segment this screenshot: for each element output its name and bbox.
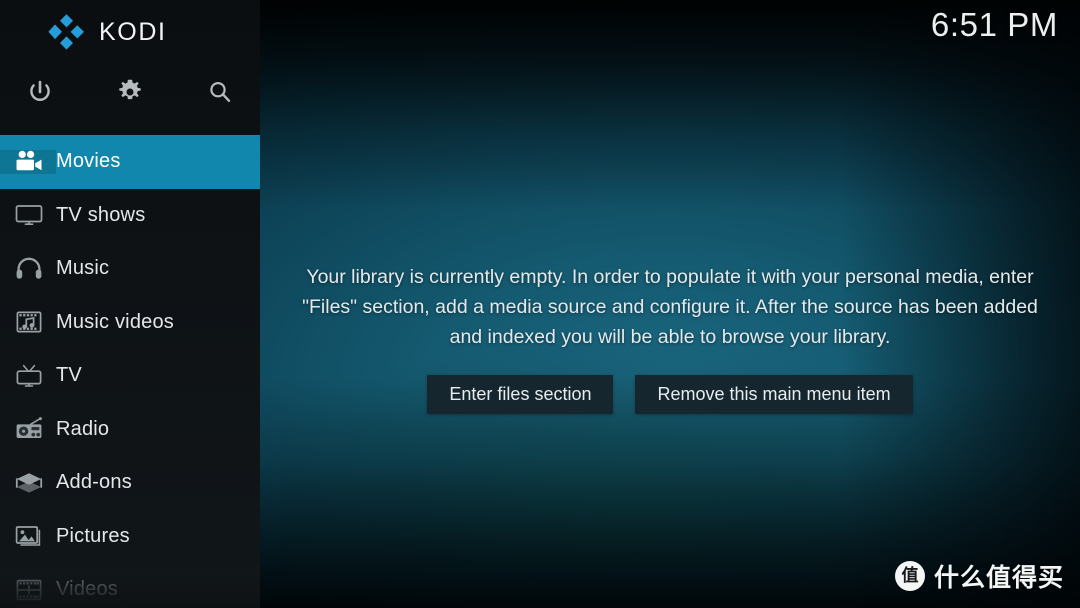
search-button[interactable] bbox=[194, 66, 246, 118]
tv-monitor-icon bbox=[0, 203, 56, 227]
headphones-icon bbox=[0, 257, 56, 281]
empty-library-message: Your library is currently empty. In orde… bbox=[302, 266, 1038, 348]
sidebar-item-music[interactable]: Music bbox=[0, 242, 260, 296]
sidebar-item-label: Add-ons bbox=[56, 471, 132, 494]
empty-library-actions: Enter files section Remove this main men… bbox=[300, 375, 1040, 414]
gear-icon bbox=[119, 79, 141, 100]
kodi-home-screen: 6:51 PM Your library is currently empty.… bbox=[0, 0, 1080, 608]
music-film-icon bbox=[0, 310, 56, 334]
picture-icon bbox=[0, 524, 56, 548]
sidebar-item-movies[interactable]: Movies bbox=[0, 135, 260, 189]
watermark: 值 什么值得买 bbox=[894, 558, 1064, 594]
sidebar-item-label: TV bbox=[56, 364, 82, 387]
sidebar-item-add-ons[interactable]: Add-ons bbox=[0, 456, 260, 510]
power-icon bbox=[30, 80, 50, 101]
retro-tv-icon bbox=[0, 364, 56, 388]
open-box-icon bbox=[0, 471, 56, 495]
sidebar-toolbar bbox=[0, 66, 260, 128]
sidebar-item-label: Videos bbox=[56, 578, 118, 601]
sidebar-item-pictures[interactable]: Pictures bbox=[0, 510, 260, 564]
radio-icon bbox=[0, 417, 56, 441]
kodi-logo: KODI bbox=[46, 12, 167, 52]
sidebar-item-label: Radio bbox=[56, 417, 110, 440]
sidebar-item-tv[interactable]: TV bbox=[0, 349, 260, 403]
sidebar-item-music-videos[interactable]: Music videos bbox=[0, 296, 260, 350]
sidebar-item-radio[interactable]: Radio bbox=[0, 403, 260, 457]
enter-files-section-button[interactable]: Enter files section bbox=[427, 375, 614, 414]
empty-library-panel: Your library is currently empty. In orde… bbox=[300, 262, 1040, 414]
sidebar-header: KODI bbox=[0, 0, 260, 66]
sidebar: KODI Movies TV shows Music Music videos … bbox=[0, 0, 260, 608]
kodi-logo-icon bbox=[48, 14, 84, 50]
sidebar-item-tv-shows[interactable]: TV shows bbox=[0, 189, 260, 243]
remove-main-menu-item-button[interactable]: Remove this main menu item bbox=[635, 375, 913, 414]
movie-camera-icon bbox=[0, 149, 56, 174]
sidebar-menu: Movies TV shows Music Music videos TV Ra… bbox=[0, 135, 260, 608]
kodi-wordmark: KODI bbox=[99, 17, 167, 46]
sidebar-item-videos[interactable]: Videos bbox=[0, 563, 260, 608]
sidebar-item-label: TV shows bbox=[56, 203, 146, 226]
main-content: Your library is currently empty. In orde… bbox=[260, 0, 1080, 608]
sidebar-item-label: Music videos bbox=[56, 310, 174, 333]
sidebar-item-label: Pictures bbox=[56, 524, 130, 547]
sidebar-item-label: Movies bbox=[56, 150, 121, 173]
settings-button[interactable] bbox=[104, 66, 156, 118]
power-button[interactable] bbox=[14, 66, 66, 118]
search-icon bbox=[210, 81, 231, 102]
film-strip-icon bbox=[0, 578, 56, 602]
watermark-text: 什么值得买 bbox=[933, 563, 1064, 592]
watermark-badge: 值 bbox=[894, 561, 925, 591]
sidebar-item-label: Music bbox=[56, 257, 110, 280]
